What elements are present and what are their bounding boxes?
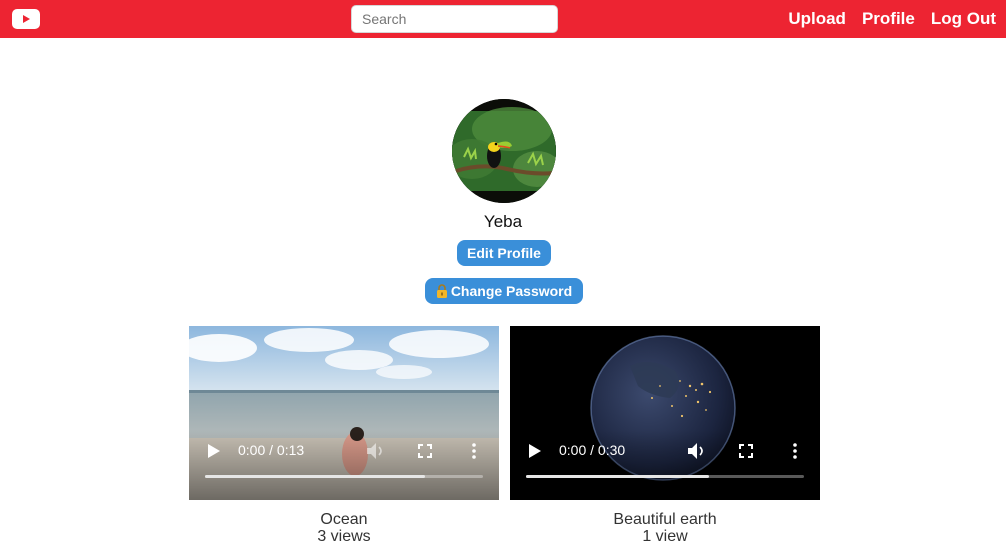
- top-navbar: Upload Profile Log Out: [0, 0, 1006, 38]
- play-triangle-icon: [23, 15, 30, 23]
- more-options-icon[interactable]: [792, 443, 798, 459]
- video-controls: [510, 430, 820, 500]
- video-progress-bar[interactable]: [205, 475, 483, 478]
- video-player[interactable]: 0:00 / 0:13: [189, 326, 499, 500]
- more-options-icon[interactable]: [471, 443, 477, 459]
- video-progress-fill: [526, 475, 710, 478]
- profile-username: Yeba: [483, 212, 523, 231]
- video-progress-bar[interactable]: [526, 475, 804, 478]
- video-progress-fill: [205, 475, 425, 478]
- video-player[interactable]: 0:00 / 0:30: [510, 326, 820, 500]
- play-icon[interactable]: [207, 443, 221, 459]
- fullscreen-icon[interactable]: [739, 444, 753, 458]
- edit-profile-label: Edit Profile: [467, 245, 541, 261]
- search-input[interactable]: [351, 5, 558, 33]
- video-title[interactable]: Ocean: [189, 511, 499, 528]
- lock-icon: [436, 284, 448, 298]
- video-time: 0:00 / 0:13: [238, 442, 305, 458]
- change-password-label: Change Password: [450, 283, 573, 299]
- video-caption: Ocean 3 views: [189, 511, 499, 545]
- nav-upload-link[interactable]: Upload: [788, 9, 846, 29]
- fullscreen-icon[interactable]: [418, 444, 432, 458]
- video-title[interactable]: Beautiful earth: [510, 511, 820, 528]
- video-time: 0:00 / 0:30: [559, 442, 626, 458]
- volume-muted-icon[interactable]: [366, 442, 386, 460]
- video-controls: [189, 430, 499, 500]
- change-password-button[interactable]: Change Password: [425, 278, 583, 304]
- volume-icon[interactable]: [687, 442, 707, 460]
- nav-links: Upload Profile Log Out: [788, 0, 996, 38]
- video-views: 3 views: [317, 528, 371, 545]
- play-icon[interactable]: [528, 443, 542, 459]
- youtube-logo-icon[interactable]: [12, 9, 40, 29]
- nav-logout-link[interactable]: Log Out: [931, 9, 996, 29]
- toucan-avatar-image: [452, 99, 556, 203]
- nav-profile-link[interactable]: Profile: [862, 9, 915, 29]
- avatar: [452, 99, 556, 203]
- video-views: 1 view: [642, 528, 688, 545]
- video-caption: Beautiful earth 1 view: [510, 511, 820, 545]
- edit-profile-button[interactable]: Edit Profile: [457, 240, 551, 266]
